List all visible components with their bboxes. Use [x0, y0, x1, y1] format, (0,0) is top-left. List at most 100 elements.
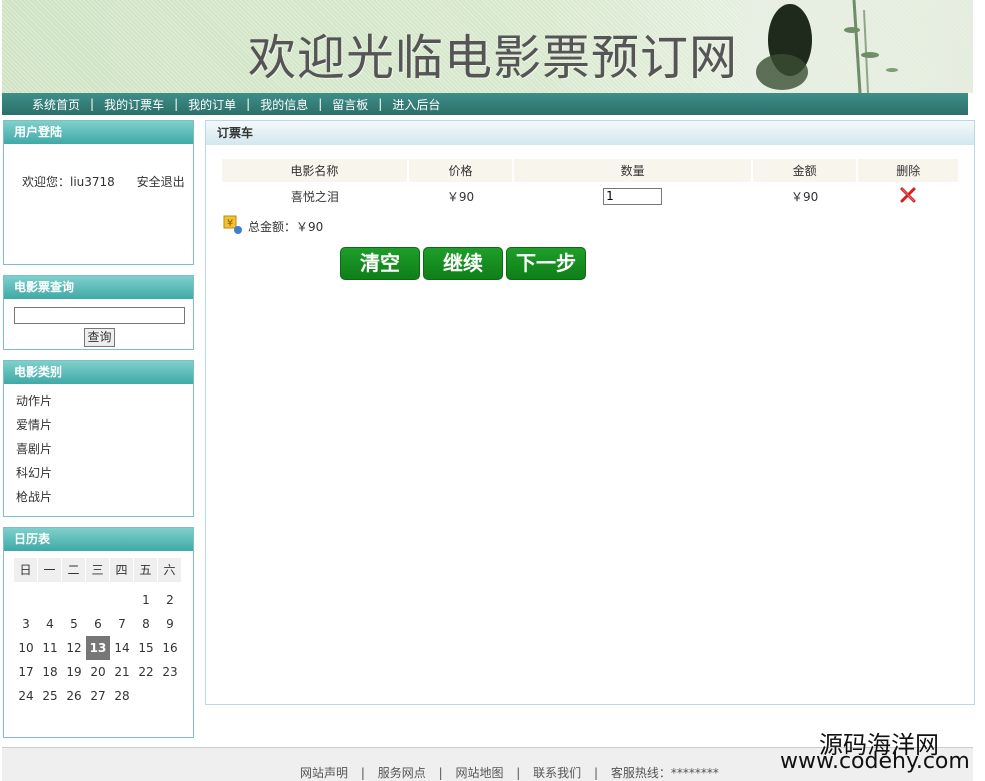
nav-separator: | — [378, 97, 383, 111]
next-step-button[interactable]: 下一步 — [506, 247, 586, 280]
calendar-day[interactable]: 4 — [38, 612, 62, 636]
category-item-comedy[interactable]: 喜剧片 — [16, 440, 193, 464]
calendar-day[interactable]: 20 — [86, 660, 110, 684]
calendar-day[interactable]: 28 — [110, 684, 134, 708]
calendar-day-today[interactable]: 13 — [86, 636, 110, 660]
footer-links: 网站声明 | 服务网点 | 网站地图 | 联系我们 | 客服热线：*******… — [300, 764, 719, 781]
weekday-label: 五 — [134, 558, 158, 582]
clear-cart-button[interactable]: 清空 — [340, 247, 420, 280]
calendar-weekdays: 日 一 二 三 四 五 六 — [14, 558, 182, 582]
column-header: 数量 — [513, 159, 753, 182]
calendar-day[interactable]: 26 — [62, 684, 86, 708]
calendar-day[interactable]: 12 — [62, 636, 86, 660]
nav-separator: | — [318, 97, 323, 111]
footer-link-service[interactable]: 服务网点 — [378, 766, 426, 780]
nav-my-cart[interactable]: 我的订票车 — [104, 96, 164, 113]
nav-separator: | — [90, 97, 95, 111]
category-item-scifi[interactable]: 科幻片 — [16, 464, 193, 488]
search-input[interactable] — [14, 307, 185, 324]
continue-shopping-button[interactable]: 继续 — [423, 247, 503, 280]
nav-my-info[interactable]: 我的信息 — [260, 96, 308, 113]
footer-separator: | — [594, 766, 599, 780]
column-header: 价格 — [407, 159, 515, 182]
nav-separator: | — [174, 97, 179, 111]
calendar-week: 1 2 — [14, 588, 182, 612]
footer-separator: | — [438, 766, 443, 780]
weekday-label: 三 — [86, 558, 110, 582]
search-form: 查询 — [4, 299, 193, 349]
cart-panel-title: 订票车 — [206, 121, 974, 145]
calendar-day[interactable] — [14, 588, 38, 612]
weekday-label: 一 — [38, 558, 62, 582]
calendar-day[interactable]: 6 — [86, 612, 110, 636]
calendar-day[interactable]: 10 — [14, 636, 38, 660]
calendar-day[interactable] — [86, 588, 110, 612]
calendar-day[interactable]: 8 — [134, 612, 158, 636]
nav-my-orders[interactable]: 我的订单 — [188, 96, 236, 113]
calendar-day[interactable]: 9 — [158, 612, 182, 636]
welcome-text: 欢迎您：liu3718 — [22, 175, 115, 189]
search-button[interactable]: 查询 — [84, 328, 115, 347]
cart-actions: 清空 继续 下一步 — [340, 247, 586, 280]
banner-decoration — [742, 0, 973, 93]
line-amount: ￥90 — [791, 189, 819, 204]
weekday-label: 日 — [14, 558, 38, 582]
calendar-day[interactable]: 2 — [158, 588, 182, 612]
calendar-day[interactable]: 24 — [14, 684, 38, 708]
quantity-input[interactable] — [603, 187, 663, 205]
calendar-day[interactable]: 23 — [158, 660, 182, 684]
calendar-day[interactable] — [158, 684, 182, 708]
calendar-week: 17 18 19 20 21 22 23 — [14, 660, 182, 684]
weekday-label: 二 — [62, 558, 86, 582]
calendar-day[interactable]: 16 — [158, 636, 182, 660]
header-banner: 欢迎光临电影票预订网 — [2, 0, 973, 93]
calendar-day[interactable]: 11 — [38, 636, 62, 660]
footer-separator: | — [516, 766, 521, 780]
calendar-week: 3 4 5 6 7 8 9 — [14, 612, 182, 636]
calendar-day[interactable]: 21 — [110, 660, 134, 684]
calendar-day[interactable]: 15 — [134, 636, 158, 660]
calendar-day[interactable]: 27 — [86, 684, 110, 708]
calendar-day[interactable]: 1 — [134, 588, 158, 612]
cart-table-header: 电影名称 价格 数量 金额 删除 — [222, 159, 958, 182]
watermark-url: www.codehy.com — [780, 749, 970, 774]
nav-admin[interactable]: 进入后台 — [392, 96, 440, 113]
calendar-day[interactable] — [38, 588, 62, 612]
calendar-box: 日历表 日 一 二 三 四 五 六 1 2 3 4 5 6 7 8 9 10 1… — [3, 527, 194, 738]
top-nav: 系统首页 | 我的订票车 | 我的订单 | 我的信息 | 留言板 | 进入后台 — [2, 93, 968, 115]
category-list: 动作片 爱情片 喜剧片 科幻片 枪战片 — [4, 384, 193, 512]
calendar-week: 10 11 12 13 14 15 16 — [14, 636, 182, 660]
calendar-day[interactable]: 25 — [38, 684, 62, 708]
category-box: 电影类别 动作片 爱情片 喜剧片 科幻片 枪战片 — [3, 360, 194, 517]
footer-link-sitemap[interactable]: 网站地图 — [455, 766, 503, 780]
calendar-day[interactable]: 22 — [134, 660, 158, 684]
calendar-day[interactable]: 3 — [14, 612, 38, 636]
footer-link-statement[interactable]: 网站声明 — [300, 766, 348, 780]
calendar-day[interactable] — [62, 588, 86, 612]
calendar-day[interactable]: 19 — [62, 660, 86, 684]
delete-icon[interactable] — [899, 186, 917, 204]
calendar-day[interactable]: 14 — [110, 636, 134, 660]
delete-cell — [857, 182, 958, 210]
category-item-action[interactable]: 动作片 — [16, 392, 193, 416]
nav-home[interactable]: 系统首页 — [32, 96, 80, 113]
calendar-day[interactable]: 5 — [62, 612, 86, 636]
category-item-gunfight[interactable]: 枪战片 — [16, 488, 193, 512]
cart-total: ¥ 总金额：￥90 — [222, 209, 323, 235]
footer-separator: | — [360, 766, 365, 780]
calendar-day[interactable]: 7 — [110, 612, 134, 636]
nav-message-board[interactable]: 留言板 — [332, 96, 368, 113]
logout-link[interactable]: 安全退出 — [137, 175, 185, 189]
cart-panel: 订票车 电影名称 价格 数量 金额 删除 喜悦之泪 ￥90 ￥90 — [205, 120, 975, 705]
login-status: 欢迎您：liu3718 安全退出 — [22, 173, 185, 190]
calendar-day[interactable]: 18 — [38, 660, 62, 684]
calendar-day[interactable]: 17 — [14, 660, 38, 684]
search-box: 电影票查询 查询 — [3, 275, 194, 350]
calendar-day[interactable] — [134, 684, 158, 708]
footer-hotline: 客服热线：******** — [610, 766, 719, 780]
category-item-romance[interactable]: 爱情片 — [16, 416, 193, 440]
nav-separator: | — [246, 97, 251, 111]
footer-link-contact[interactable]: 联系我们 — [533, 766, 581, 780]
calendar-day[interactable] — [110, 588, 134, 612]
calendar-week: 24 25 26 27 28 — [14, 684, 182, 708]
